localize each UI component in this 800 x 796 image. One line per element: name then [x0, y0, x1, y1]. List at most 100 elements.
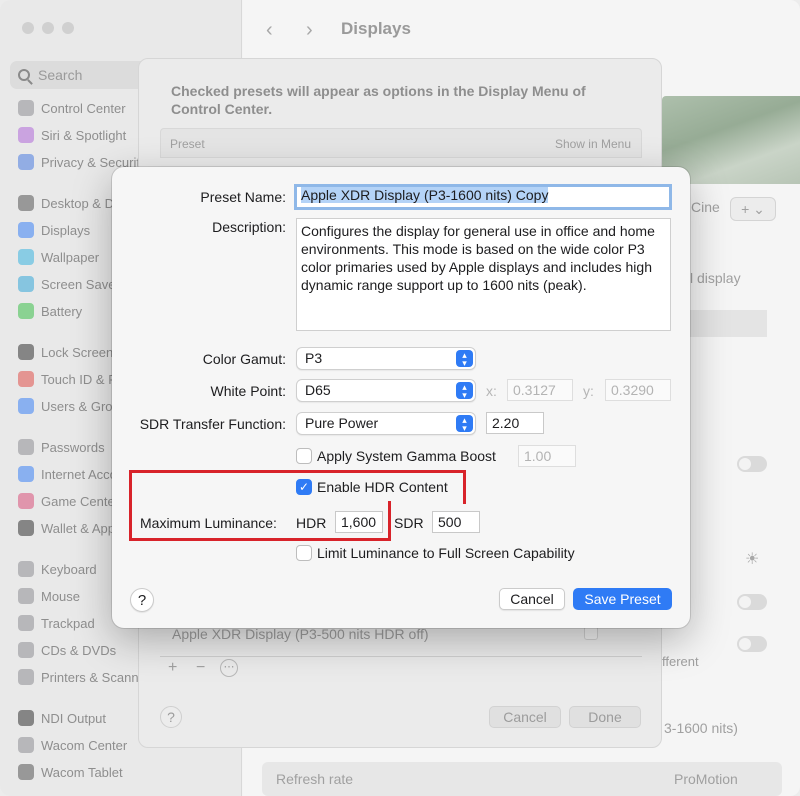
sidebar-item[interactable]: Wacom Center: [18, 734, 127, 756]
sidebar-item-label: Control Center: [41, 100, 126, 116]
refresh-rate-label: Refresh rate: [276, 771, 354, 787]
sidebar-item[interactable]: Wacom Tablet: [18, 761, 123, 783]
sidebar-item[interactable]: CDs & DVDs: [18, 639, 116, 661]
refresh-rate-popup[interactable]: ProMotion: [674, 771, 738, 787]
sdr-transfer-function-popup[interactable]: Pure Power ▴ ▾: [296, 412, 476, 435]
sidebar-item-label: Mouse: [41, 588, 81, 604]
sidebar-item[interactable]: Battery: [18, 300, 82, 322]
sidebar-item-label: Battery: [41, 303, 83, 319]
sidebar-item-icon: [18, 195, 34, 211]
sidebar-item-icon: [18, 642, 34, 658]
use-as-popup[interactable]: l display: [690, 270, 741, 286]
sidebar-item-icon: [18, 344, 34, 360]
cancel-button[interactable]: Cancel: [499, 588, 565, 610]
sidebar-item-icon: [18, 222, 34, 238]
gamma-boost-label: Apply System Gamma Boost: [317, 448, 496, 464]
sidebar-item-label: Siri & Spotlight: [41, 127, 127, 143]
sidebar-item-icon: [18, 249, 34, 265]
show-in-menu-column-header[interactable]: Show in Menu: [555, 137, 631, 151]
white-point-label: White Point:: [210, 383, 286, 399]
gamma-boost-field[interactable]: 1.00: [518, 445, 576, 467]
sidebar-item-label: Wacom Center: [41, 737, 128, 753]
sdr-prefix-label: SDR: [394, 515, 424, 531]
sidebar-item-icon: [18, 154, 34, 170]
presets-help-button[interactable]: ?: [160, 706, 182, 728]
sidebar-item[interactable]: Mouse: [18, 585, 80, 607]
preset-popup[interactable]: 3-1600 nits): [664, 720, 738, 736]
sidebar-item-label: Trackpad: [41, 615, 95, 631]
presets-sheet-header: Checked presets will appear as options i…: [171, 83, 586, 117]
sidebar-item-icon: [18, 520, 34, 536]
white-point-value: D65: [305, 382, 331, 398]
sdr-transfer-function-value: Pure Power: [305, 415, 379, 431]
presets-done-button[interactable]: Done: [569, 706, 641, 728]
sidebar-item-label: Lock Screen: [41, 344, 114, 360]
background-toggle-1[interactable]: [737, 456, 767, 472]
sidebar-item[interactable]: Printers & Scanners: [18, 666, 157, 688]
white-point-popup[interactable]: D65 ▴ ▾: [296, 379, 476, 402]
highlight-box-top: [129, 470, 466, 504]
sidebar-item-label: Wallpaper: [41, 249, 100, 265]
x-coordinate-field[interactable]: 0.3127: [507, 379, 573, 401]
presets-cancel-button[interactable]: Cancel: [489, 706, 561, 728]
preset-name-value: Apple XDR Display (P3-1600 nits) Copy: [301, 187, 549, 203]
color-gamut-popup[interactable]: P3 ▴ ▾: [296, 347, 476, 370]
add-preset-button[interactable]: +: [168, 659, 177, 677]
sidebar-item-icon: [18, 669, 34, 685]
sidebar-item-icon: [18, 398, 34, 414]
y-coordinate-label: y:: [583, 383, 594, 399]
preset-name-label: Preset Name:: [200, 189, 286, 205]
refresh-rate-row: Refresh rate ProMotion: [262, 762, 782, 796]
y-coordinate-field[interactable]: 0.3290: [605, 379, 671, 401]
sidebar-item[interactable]: Lock Screen: [18, 341, 113, 363]
preset-row-label: Apple XDR Display (P3-500 nits HDR off): [172, 626, 429, 642]
sidebar-item[interactable]: Siri & Spotlight: [18, 124, 126, 146]
x-coordinate-label: x:: [486, 383, 497, 399]
sidebar-item[interactable]: Control Center: [18, 97, 126, 119]
add-display-button[interactable]: + ⌄: [730, 197, 776, 221]
sidebar-item-icon: [18, 588, 34, 604]
close-window-button[interactable]: [22, 22, 34, 34]
sidebar-item[interactable]: Wallpaper: [18, 246, 99, 268]
preset-column-header[interactable]: Preset: [170, 137, 205, 151]
help-button[interactable]: ?: [130, 588, 154, 612]
sidebar-item-label: Displays: [41, 222, 91, 238]
sidebar-item-label: Game Center: [41, 493, 120, 509]
limit-luminance-checkbox[interactable]: [296, 545, 312, 561]
sidebar-item[interactable]: NDI Output: [18, 707, 106, 729]
save-preset-button[interactable]: Save Preset: [573, 588, 672, 610]
sidebar-item-icon: [18, 561, 34, 577]
color-gamut-value: P3: [305, 350, 323, 366]
background-toggle-2[interactable]: [737, 594, 767, 610]
sidebar-item-icon: [18, 737, 34, 753]
up-down-chevron-icon: ▴ ▾: [456, 382, 473, 400]
sidebar-item[interactable]: Displays: [18, 219, 90, 241]
show-in-menu-checkbox[interactable]: [584, 626, 598, 640]
sidebar-item-label: Wacom Tablet: [41, 764, 123, 780]
sidebar-item-icon: [18, 127, 34, 143]
background-toggle-3[interactable]: [737, 636, 767, 652]
zoom-window-button[interactable]: [62, 22, 74, 34]
minimize-window-button[interactable]: [42, 22, 54, 34]
sidebar-item[interactable]: Passwords: [18, 436, 105, 458]
sidebar-item[interactable]: Screen Saver: [18, 273, 120, 295]
sidebar-item[interactable]: Keyboard: [18, 558, 97, 580]
sidebar-item-icon: [18, 100, 34, 116]
sidebar-item[interactable]: Trackpad: [18, 612, 95, 634]
remove-preset-button[interactable]: −: [196, 659, 205, 677]
sidebar-item-icon: [18, 710, 34, 726]
description-label: Description:: [212, 219, 286, 235]
back-chevron-icon[interactable]: ‹: [266, 19, 273, 42]
gamma-boost-checkbox[interactable]: [296, 448, 312, 464]
preset-name-field[interactable]: Apple XDR Display (P3-1600 nits) Copy: [294, 184, 672, 210]
description-field[interactable]: Configures the display for general use i…: [296, 218, 671, 331]
forward-chevron-icon[interactable]: ›: [306, 19, 313, 42]
gamma-field[interactable]: 2.20: [486, 412, 544, 434]
sidebar-item-icon: [18, 439, 34, 455]
brightness-icon: ☀: [745, 551, 760, 568]
sidebar-item[interactable]: Game Center: [18, 490, 119, 512]
sidebar-item-icon: [18, 466, 34, 482]
more-options-button[interactable]: ⋯: [220, 659, 238, 677]
search-placeholder: Search: [38, 67, 83, 83]
sdr-luminance-field[interactable]: 500: [432, 511, 480, 533]
